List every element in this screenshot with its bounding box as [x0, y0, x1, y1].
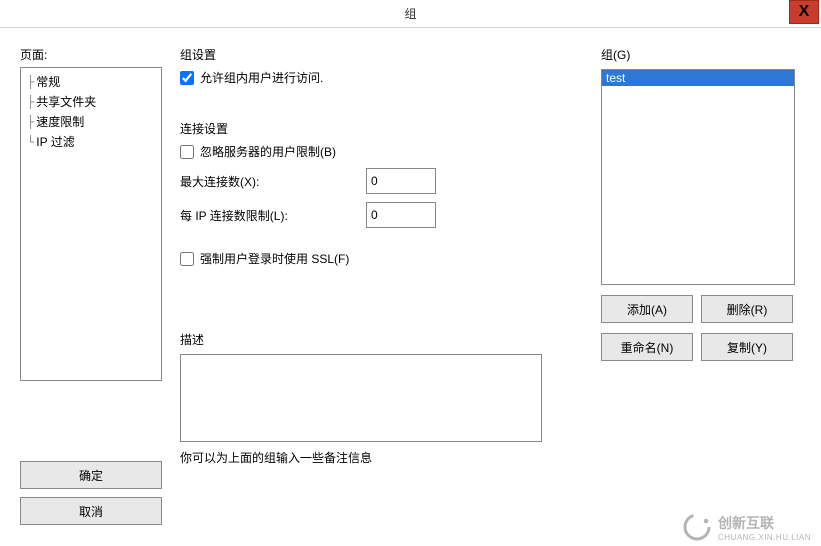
conn-settings-title: 连接设置: [180, 120, 583, 137]
bypass-limit-checkbox[interactable]: [180, 145, 194, 159]
tree-prefix: ├: [27, 92, 34, 112]
close-button[interactable]: X: [789, 0, 819, 24]
bypass-limit-label: 忽略服务器的用户限制(B): [200, 143, 336, 160]
titlebar: 组 X: [0, 0, 821, 28]
description-textarea[interactable]: [180, 354, 542, 442]
brand-logo-icon: [682, 512, 712, 542]
per-ip-label: 每 IP 连接数限制(L):: [180, 207, 360, 224]
tree-prefix: └: [27, 132, 34, 152]
brand-sub: CHUANG.XIN.HU.LIAN: [718, 533, 811, 542]
watermark: 创新互联 CHUANG.XIN.HU.LIAN: [672, 508, 821, 546]
force-ssl-checkbox[interactable]: [180, 252, 194, 266]
pages-label: 页面:: [20, 46, 162, 63]
cancel-button[interactable]: 取消: [20, 497, 162, 525]
max-conn-input[interactable]: [366, 168, 436, 194]
description-hint: 你可以为上面的组输入一些备注信息: [180, 449, 542, 466]
groups-listbox[interactable]: test: [601, 69, 795, 285]
close-icon: X: [799, 3, 810, 21]
tree-item-label: 常规: [36, 72, 60, 92]
per-ip-input[interactable]: [366, 202, 436, 228]
rename-button[interactable]: 重命名(N): [601, 333, 693, 361]
tree-item-shared-folder[interactable]: ├ 共享文件夹: [27, 92, 155, 112]
delete-button[interactable]: 删除(R): [701, 295, 793, 323]
group-settings-title: 组设置: [180, 46, 583, 63]
tree-prefix: ├: [27, 72, 34, 92]
tree-item-label: 速度限制: [36, 112, 84, 132]
add-button[interactable]: 添加(A): [601, 295, 693, 323]
ok-button[interactable]: 确定: [20, 461, 162, 489]
tree-item-label: IP 过滤: [36, 132, 74, 152]
description-title: 描述: [180, 331, 583, 348]
brand-name: 创新互联: [718, 513, 811, 533]
tree-item-ip-filter[interactable]: └ IP 过滤: [27, 132, 155, 152]
allow-access-checkbox[interactable]: [180, 71, 194, 85]
pages-tree: ├ 常规 ├ 共享文件夹 ├ 速度限制 └ IP 过滤: [20, 67, 162, 381]
tree-item-speed-limit[interactable]: ├ 速度限制: [27, 112, 155, 132]
allow-access-label: 允许组内用户进行访问.: [200, 69, 323, 86]
force-ssl-label: 强制用户登录时使用 SSL(F): [200, 250, 349, 267]
window-title: 组: [404, 5, 416, 22]
list-item[interactable]: test: [602, 70, 794, 86]
tree-item-label: 共享文件夹: [36, 92, 96, 112]
groups-title: 组(G): [601, 46, 801, 63]
copy-button[interactable]: 复制(Y): [701, 333, 793, 361]
max-conn-label: 最大连接数(X):: [180, 173, 360, 190]
tree-item-general[interactable]: ├ 常规: [27, 72, 155, 92]
tree-prefix: ├: [27, 112, 34, 132]
